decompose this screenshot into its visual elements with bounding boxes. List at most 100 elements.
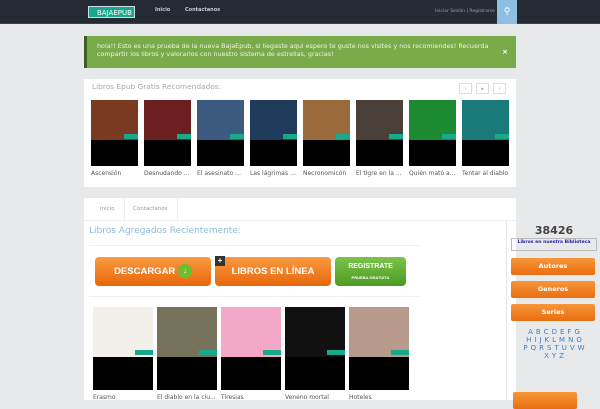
tab-inicio[interactable]: Inicio bbox=[91, 198, 125, 220]
letter-link[interactable]: K bbox=[545, 336, 550, 344]
book-title[interactable]: Las lágrimas d... bbox=[250, 170, 297, 177]
letter-link[interactable]: G bbox=[574, 328, 579, 336]
letter-link[interactable]: Z bbox=[559, 352, 564, 360]
book-title[interactable]: Tentar al diablo bbox=[462, 170, 509, 177]
book-title[interactable]: El tigre en la n... bbox=[356, 170, 403, 177]
book-cover[interactable] bbox=[91, 100, 138, 166]
recommended-panel: Libros Epub Gratis Recomendados: ‹ ▸ › A… bbox=[84, 79, 516, 187]
plus-icon: + bbox=[215, 256, 225, 266]
recommended-book[interactable]: Necronomicón bbox=[303, 100, 350, 177]
book-cover[interactable] bbox=[197, 100, 244, 166]
carousel-prev-button[interactable]: ‹ bbox=[459, 83, 472, 94]
download-label: DESCARGAR bbox=[114, 266, 176, 277]
series-button[interactable]: Series bbox=[511, 304, 595, 321]
recent-book[interactable]: Tiresias bbox=[221, 307, 281, 401]
search-icon: ⚲ bbox=[503, 7, 511, 17]
download-tag-icon bbox=[124, 134, 138, 139]
book-title[interactable]: Necronomicón bbox=[303, 170, 350, 177]
letter-link[interactable]: L bbox=[552, 336, 556, 344]
generos-button[interactable]: Generos bbox=[511, 281, 595, 298]
book-cover[interactable] bbox=[462, 100, 509, 166]
letter-link[interactable]: M bbox=[559, 336, 565, 344]
letter-link[interactable]: P bbox=[523, 344, 527, 352]
letter-link[interactable]: I bbox=[534, 336, 536, 344]
nav-contactanos[interactable]: Contactanos bbox=[185, 7, 220, 13]
download-tag-icon bbox=[135, 350, 153, 355]
letter-link[interactable]: X bbox=[544, 352, 549, 360]
download-tag-icon bbox=[389, 134, 403, 139]
register-label: REGISTRATE bbox=[348, 263, 393, 270]
recommended-book[interactable]: Quién mató a ... bbox=[409, 100, 456, 177]
book-cover[interactable] bbox=[303, 100, 350, 166]
autores-button[interactable]: Autores bbox=[511, 258, 595, 275]
nav-inicio[interactable]: Inicio bbox=[155, 7, 170, 13]
sidebar-orange-button[interactable] bbox=[513, 392, 577, 409]
login-register-link[interactable]: Iniciar Sesión | Registrarse bbox=[435, 9, 495, 14]
letter-link[interactable]: D bbox=[552, 328, 557, 336]
letter-link[interactable]: C bbox=[544, 328, 549, 336]
book-cover[interactable] bbox=[93, 307, 153, 390]
letter-link[interactable]: V bbox=[570, 344, 575, 352]
recent-book[interactable]: Hoteles bbox=[349, 307, 409, 401]
recommended-book[interactable]: El asesinato d... bbox=[197, 100, 244, 177]
letter-link[interactable]: N bbox=[568, 336, 573, 344]
tab-contactanos[interactable]: Contactanos bbox=[124, 198, 178, 220]
book-cover[interactable] bbox=[409, 100, 456, 166]
download-tag-icon bbox=[442, 134, 456, 139]
book-count-label: Libros en nuestra Biblioteca bbox=[511, 238, 597, 251]
logo[interactable]: BAJAEPUB bbox=[88, 6, 135, 18]
recent-book[interactable]: Erasmo bbox=[93, 307, 153, 401]
navbar: BAJAEPUB Inicio Contactanos Iniciar Sesi… bbox=[0, 0, 600, 24]
letter-link[interactable]: A bbox=[528, 328, 533, 336]
close-icon[interactable]: × bbox=[502, 48, 508, 56]
recent-title: Libros Agregados Recientemente: bbox=[89, 226, 241, 236]
recommended-book[interactable]: El tigre en la n... bbox=[356, 100, 403, 177]
letter-link[interactable]: Q bbox=[531, 344, 537, 352]
book-cover[interactable] bbox=[144, 100, 191, 166]
recommended-book[interactable]: Tentar al diablo bbox=[462, 100, 509, 177]
online-books-banner[interactable]: + LIBROS EN LÍNEA bbox=[215, 256, 331, 286]
book-cover[interactable] bbox=[285, 307, 345, 390]
register-sublabel: PRUEBA GRATUITA bbox=[351, 275, 390, 280]
download-tag-icon bbox=[230, 134, 244, 139]
register-banner[interactable]: REGISTRATE PRUEBA GRATUITA bbox=[335, 257, 406, 286]
recommended-book[interactable]: Ascensión bbox=[91, 100, 138, 177]
recent-book[interactable]: El diablo en la ciu... bbox=[157, 307, 217, 401]
letter-link[interactable]: B bbox=[536, 328, 541, 336]
letter-link[interactable]: Y bbox=[552, 352, 556, 360]
book-cover[interactable] bbox=[157, 307, 217, 390]
letter-link[interactable]: R bbox=[539, 344, 544, 352]
letter-link[interactable]: U bbox=[562, 344, 567, 352]
download-tag-icon bbox=[263, 350, 281, 355]
book-cover[interactable] bbox=[356, 100, 403, 166]
letter-link[interactable]: T bbox=[554, 344, 558, 352]
carousel-play-button[interactable]: ▸ bbox=[476, 83, 489, 94]
letter-link[interactable]: W bbox=[578, 344, 585, 352]
alphabet-index: ABCDEFG HIJKLMNO PQRSTUVW XYZ bbox=[513, 328, 595, 360]
book-title[interactable]: Ascensión bbox=[91, 170, 138, 177]
recent-book[interactable]: Veneno mortal bbox=[285, 307, 345, 401]
book-cover[interactable] bbox=[221, 307, 281, 390]
recommended-book[interactable]: Las lágrimas d... bbox=[250, 100, 297, 177]
sidebar: 38426 Libros en nuestra Biblioteca Autor… bbox=[506, 220, 600, 409]
book-cover[interactable] bbox=[250, 100, 297, 166]
letter-link[interactable]: O bbox=[576, 336, 582, 344]
alert-text: hola!! Esto es una prueba de la nueva Ba… bbox=[97, 42, 489, 58]
letter-link[interactable]: H bbox=[526, 336, 531, 344]
search-button[interactable]: ⚲ bbox=[497, 0, 517, 24]
recommended-book[interactable]: Desnudando a... bbox=[144, 100, 191, 177]
book-title[interactable]: Desnudando a... bbox=[144, 170, 191, 177]
letter-link[interactable]: J bbox=[539, 336, 541, 344]
download-arrow-icon: ↓ bbox=[177, 264, 192, 279]
carousel-next-button[interactable]: › bbox=[493, 83, 506, 94]
letter-link[interactable]: E bbox=[560, 328, 564, 336]
letter-link[interactable]: F bbox=[567, 328, 571, 336]
download-tag-icon bbox=[177, 134, 191, 139]
download-banner[interactable]: DESCARGAR ↓ bbox=[95, 257, 211, 286]
book-title[interactable]: Quién mató a ... bbox=[409, 170, 456, 177]
book-cover[interactable] bbox=[349, 307, 409, 390]
book-title[interactable]: El asesinato d... bbox=[197, 170, 244, 177]
letter-link[interactable]: S bbox=[547, 344, 551, 352]
welcome-alert: hola!! Esto es una prueba de la nueva Ba… bbox=[84, 36, 516, 68]
download-tag-icon bbox=[336, 134, 350, 139]
